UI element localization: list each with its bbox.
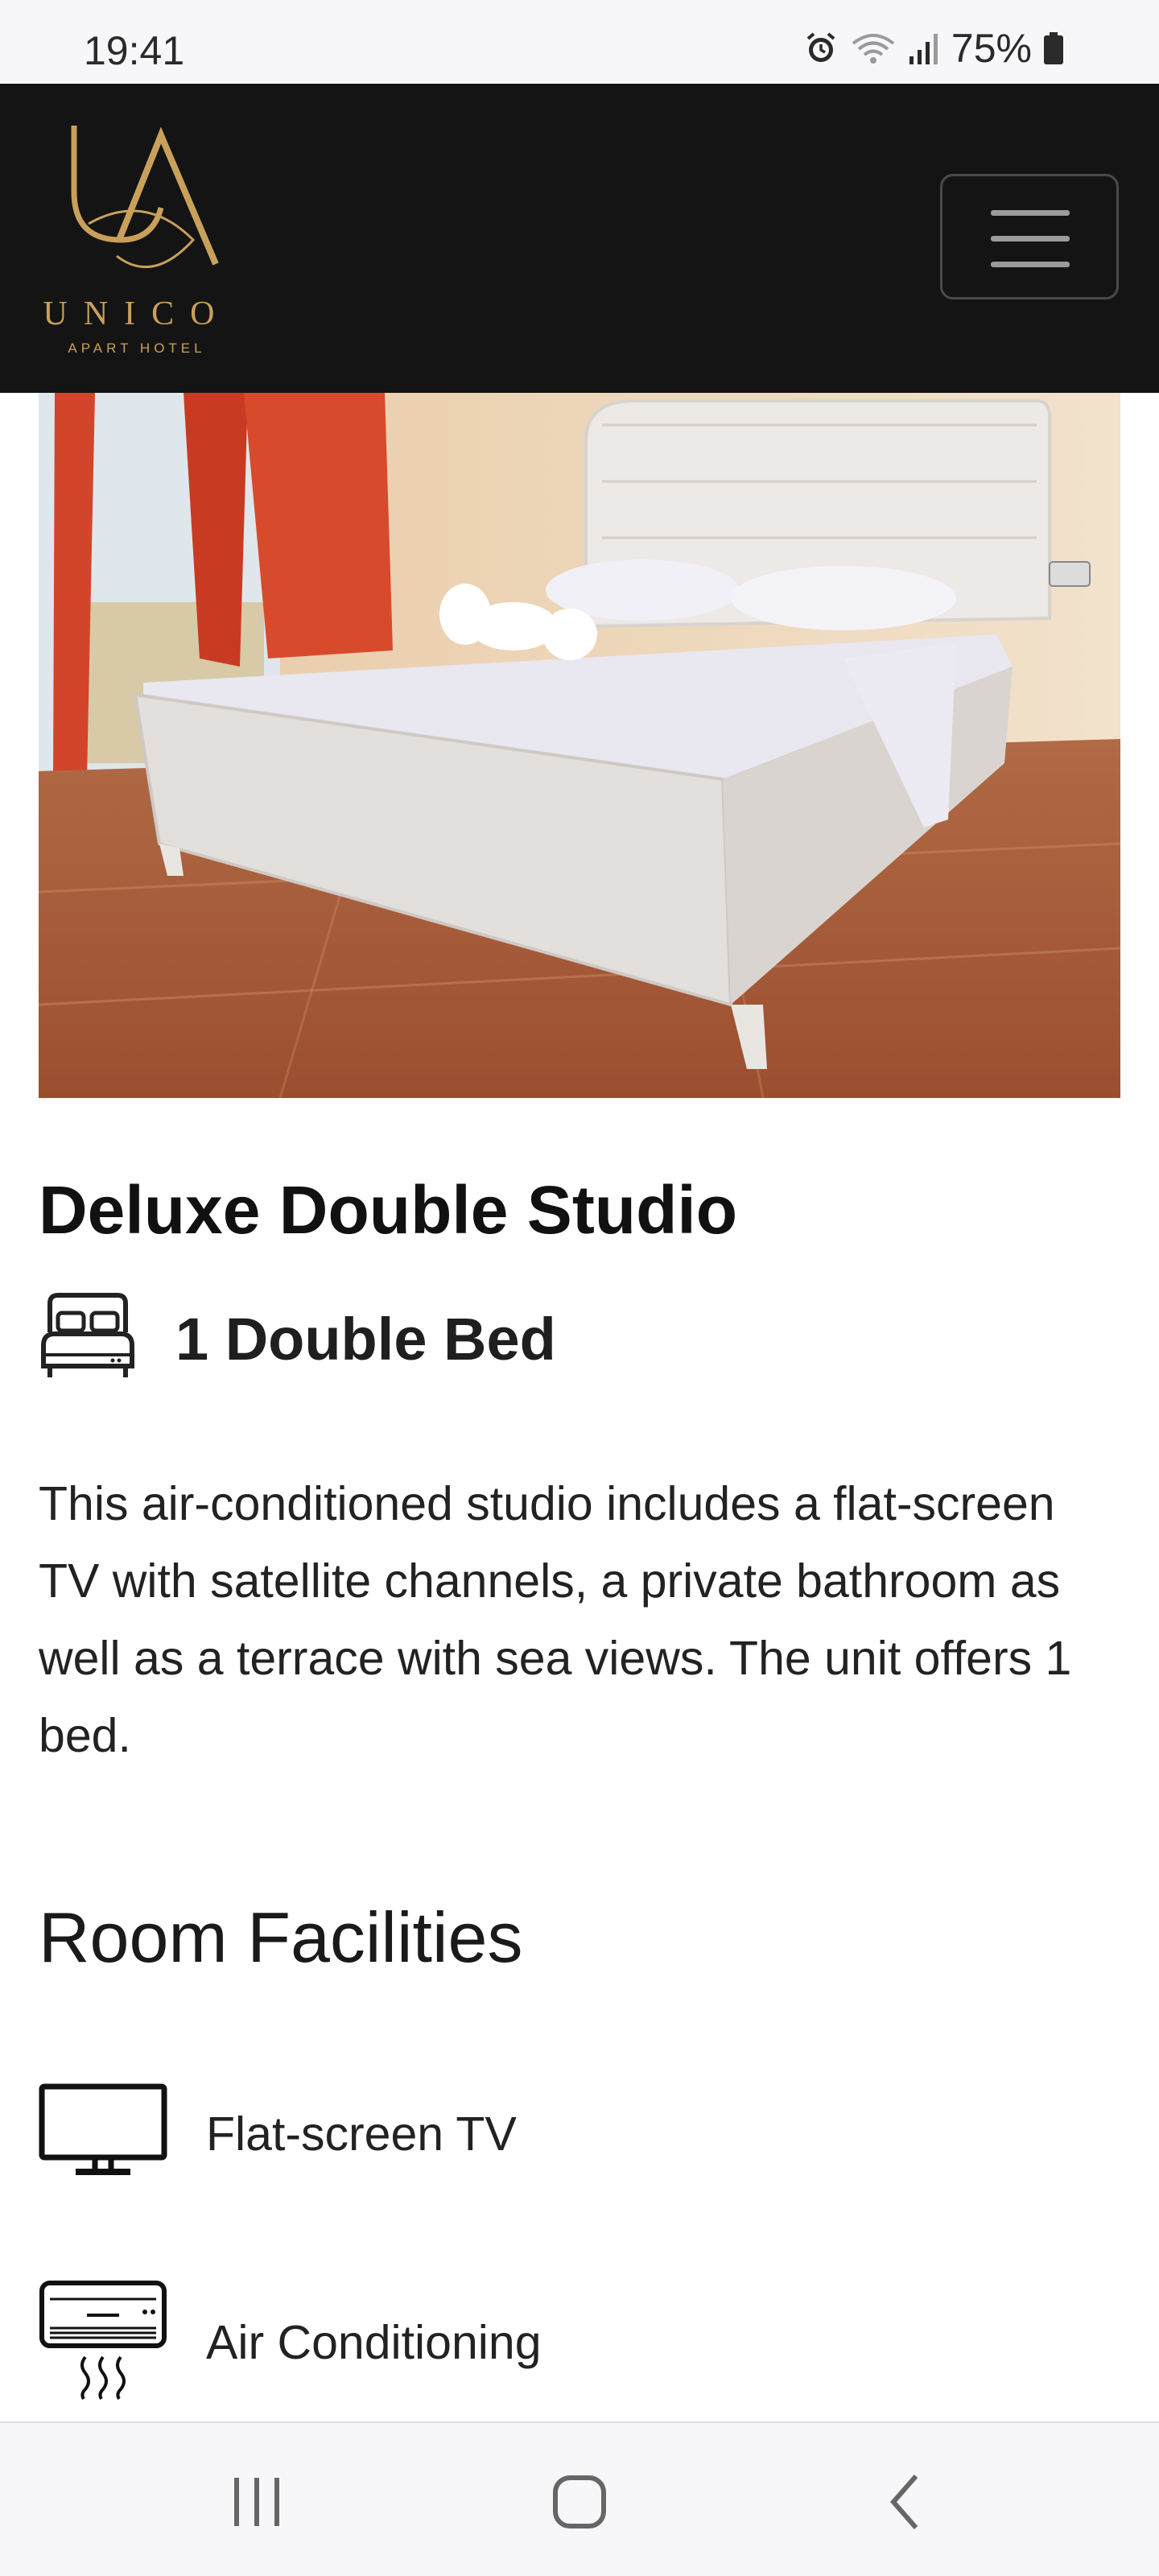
bed-label: 1 Double Bed: [175, 1306, 556, 1373]
hamburger-icon-line: [991, 236, 1070, 242]
hotel-logo[interactable]: UNICO APART HOTEL: [32, 119, 241, 361]
status-time: 19:41: [84, 28, 185, 73]
hamburger-icon: [991, 210, 1070, 216]
recent-apps-icon[interactable]: [229, 2470, 285, 2538]
air-conditioner-icon: [39, 2280, 167, 2405]
alarm-icon: [803, 31, 839, 66]
bed-icon: [39, 1292, 137, 1386]
home-icon[interactable]: [549, 2470, 610, 2538]
status-icons: 75%: [803, 24, 1064, 72]
menu-button[interactable]: [940, 174, 1119, 299]
signal-icon: [908, 31, 940, 66]
bed-info: 1 Double Bed: [39, 1292, 556, 1386]
tv-icon: [39, 2083, 167, 2184]
room-title: Deluxe Double Studio: [39, 1172, 738, 1248]
facilities-heading: Room Facilities: [39, 1897, 523, 1977]
battery-icon: [1043, 31, 1064, 66]
svg-text:APART HOTEL: APART HOTEL: [68, 341, 205, 356]
facility-label: Air Conditioning: [206, 2315, 542, 2369]
wifi-icon: [850, 31, 897, 66]
room-description: This air-conditioned studio includes a f…: [39, 1477, 1072, 1762]
status-bar: 19:41 75%: [0, 0, 1159, 84]
hamburger-icon-line: [991, 262, 1070, 267]
room-photo: [39, 393, 1120, 1098]
system-nav-bar: [0, 2421, 1159, 2576]
facility-item: Air Conditioning: [39, 2280, 542, 2405]
svg-text:UNICO: UNICO: [43, 295, 231, 332]
battery-percent: 75%: [951, 26, 1032, 71]
back-icon[interactable]: [882, 2470, 930, 2538]
facility-item: Flat-screen TV: [39, 2083, 517, 2184]
facility-label: Flat-screen TV: [206, 2107, 517, 2161]
site-header: UNICO APART HOTEL: [0, 84, 1159, 393]
